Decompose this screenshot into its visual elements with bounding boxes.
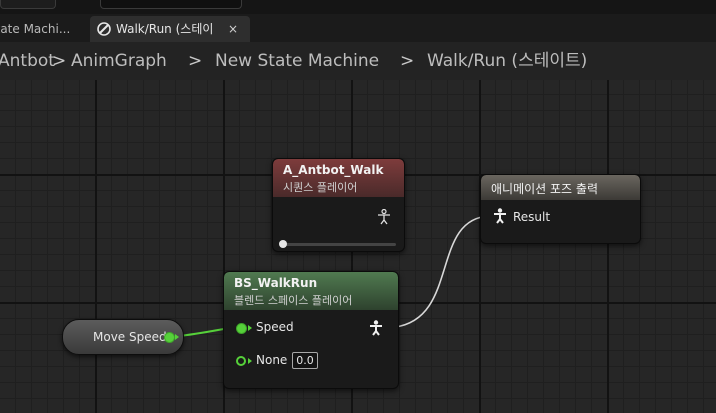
scrub-handle[interactable] bbox=[279, 240, 287, 248]
variable-label: Move Speed bbox=[93, 330, 167, 344]
none-pin-label: None bbox=[256, 353, 288, 367]
toolbar-button[interactable] bbox=[0, 0, 56, 9]
top-toolbar-strip bbox=[0, 0, 716, 14]
breadcrumb-item-animgraph[interactable]: AnimGraph bbox=[71, 42, 167, 80]
node-title: 애니메이션 포즈 출력 bbox=[491, 182, 598, 196]
node-header: 애니메이션 포즈 출력 bbox=[481, 175, 640, 200]
pose-input-icon[interactable] bbox=[493, 208, 507, 224]
result-pin-label: Result bbox=[513, 210, 551, 224]
sequence-player-node[interactable]: A_Antbot_Walk 시퀀스 플레이어 bbox=[272, 158, 405, 252]
blendspace-player-node[interactable]: BS_WalkRun 블렌드 스페이스 플레이어 Speed None 0.0 bbox=[223, 271, 399, 389]
breadcrumb-item-antbot[interactable]: Antbot bbox=[0, 42, 55, 80]
node-title: BS_WalkRun bbox=[234, 276, 318, 290]
output-pose-node[interactable]: 애니메이션 포즈 출력 Result bbox=[480, 174, 641, 244]
tab-state-machine[interactable]: State Machi... bbox=[0, 16, 82, 42]
breadcrumb-item-walk-run[interactable]: Walk/Run (스테이트) bbox=[427, 42, 587, 80]
toolbar-search-box[interactable] bbox=[100, 0, 242, 9]
move-speed-variable-node[interactable]: Move Speed bbox=[62, 319, 184, 355]
speed-pin-label: Speed bbox=[256, 320, 294, 334]
breadcrumb-item-state-machine[interactable]: New State Machine bbox=[215, 42, 379, 80]
none-input-pin[interactable] bbox=[236, 356, 246, 366]
node-header: BS_WalkRun 블렌드 스페이스 플레이어 bbox=[224, 272, 398, 310]
pin-arrow-icon bbox=[248, 325, 252, 331]
pin-arrow-icon bbox=[248, 358, 252, 364]
node-title: A_Antbot_Walk bbox=[283, 163, 384, 177]
breadcrumb-separator: > bbox=[52, 51, 67, 71]
playback-scrub-bar[interactable] bbox=[281, 243, 396, 246]
node-subtitle: 블렌드 스페이스 플레이어 bbox=[234, 294, 353, 307]
breadcrumb: Antbot > AnimGraph > New State Machine >… bbox=[0, 42, 716, 80]
pose-output-icon[interactable] bbox=[369, 320, 383, 336]
node-header: A_Antbot_Walk 시퀀스 플레이어 bbox=[273, 159, 404, 197]
none-value-field[interactable]: 0.0 bbox=[292, 352, 318, 369]
node-subtitle: 시퀀스 플레이어 bbox=[283, 181, 358, 194]
variable-output-pin[interactable] bbox=[164, 332, 175, 343]
close-icon[interactable]: × bbox=[228, 16, 238, 42]
breadcrumb-separator: > bbox=[400, 51, 415, 71]
tab-walk-run[interactable]: Walk/Run (스테이 × bbox=[90, 16, 250, 42]
speed-input-pin[interactable] bbox=[236, 323, 247, 334]
pose-pin-icon[interactable] bbox=[377, 209, 391, 225]
pin-arrow-icon bbox=[175, 334, 179, 340]
tab-label: Walk/Run (스테이 bbox=[116, 22, 214, 36]
tab-bar: State Machi... Walk/Run (스테이 × bbox=[0, 14, 716, 42]
state-icon bbox=[97, 22, 111, 36]
tab-label: State Machi... bbox=[0, 22, 71, 36]
breadcrumb-separator: > bbox=[188, 51, 203, 71]
